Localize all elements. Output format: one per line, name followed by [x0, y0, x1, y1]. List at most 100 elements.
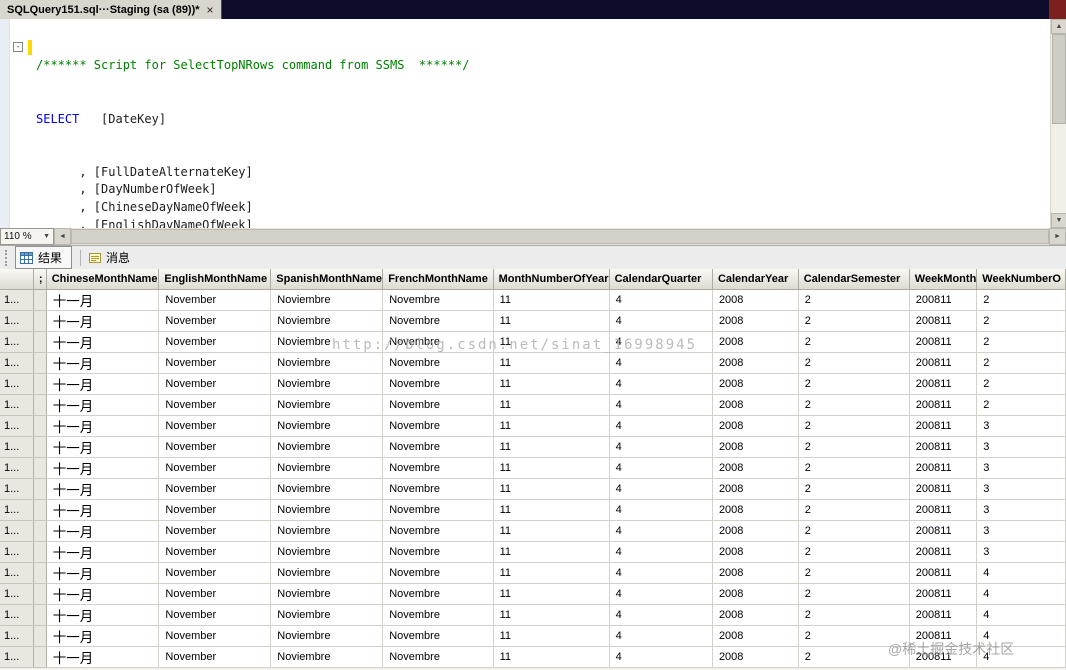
- grid-cell[interactable]: 4: [609, 478, 713, 500]
- grid-cell[interactable]: 4: [609, 373, 713, 395]
- grid-cell[interactable]: 11: [493, 646, 610, 668]
- grid-cell[interactable]: Novembre: [382, 646, 494, 668]
- grid-cell[interactable]: November: [158, 352, 272, 374]
- grid-cell[interactable]: 200811: [909, 625, 978, 647]
- grid-cell[interactable]: Novembre: [382, 541, 494, 563]
- grid-cell[interactable]: 2008: [712, 541, 799, 563]
- grid-cell[interactable]: 十一月: [46, 646, 160, 668]
- grid-cell[interactable]: 2: [976, 310, 1066, 332]
- grid-cell[interactable]: Noviembre: [270, 457, 384, 479]
- grid-cell[interactable]: November: [158, 331, 272, 353]
- grid-cell[interactable]: 4: [609, 310, 713, 332]
- grid-cell[interactable]: 4: [976, 646, 1066, 668]
- grid-cell[interactable]: 4: [609, 436, 713, 458]
- grid-cell[interactable]: 2008: [712, 604, 799, 626]
- grid-cell[interactable]: 200811: [909, 457, 978, 479]
- grid-cell[interactable]: 2008: [712, 310, 799, 332]
- grid-cell[interactable]: 4: [609, 415, 713, 437]
- row-selector[interactable]: [33, 604, 47, 626]
- grid-cell[interactable]: November: [158, 541, 272, 563]
- grid-cell[interactable]: 11: [493, 457, 610, 479]
- grid-cell[interactable]: 4: [609, 499, 713, 521]
- row-selector[interactable]: [33, 499, 47, 521]
- grid-cell[interactable]: November: [158, 310, 272, 332]
- row-selector[interactable]: [33, 625, 47, 647]
- grid-cell[interactable]: 2008: [712, 520, 799, 542]
- grid-cell[interactable]: 2: [798, 373, 910, 395]
- scroll-right-icon[interactable]: ►: [1049, 228, 1066, 245]
- grid-cell[interactable]: Novembre: [382, 604, 494, 626]
- grid-cell[interactable]: 2008: [712, 373, 799, 395]
- row-selector[interactable]: [33, 331, 47, 353]
- grid-cell[interactable]: November: [158, 562, 272, 584]
- grid-cell[interactable]: 4: [609, 625, 713, 647]
- grid-cell[interactable]: 4: [609, 562, 713, 584]
- grid-cell[interactable]: November: [158, 457, 272, 479]
- row-selector[interactable]: [33, 520, 47, 542]
- row-header[interactable]: 1...: [0, 604, 34, 626]
- grid-cell[interactable]: Noviembre: [270, 541, 384, 563]
- grid-cell[interactable]: 200811: [909, 478, 978, 500]
- row-header[interactable]: 1...: [0, 415, 34, 437]
- grid-cell[interactable]: 11: [493, 289, 610, 311]
- grid-cell[interactable]: Novembre: [382, 562, 494, 584]
- column-header[interactable]: CalendarYear: [712, 269, 799, 290]
- column-header[interactable]: MonthNumberOfYear: [493, 269, 610, 290]
- grid-cell[interactable]: Novembre: [382, 415, 494, 437]
- grid-cell[interactable]: 4: [976, 625, 1066, 647]
- row-header[interactable]: 1...: [0, 436, 34, 458]
- column-header[interactable]: ChineseMonthName: [46, 269, 160, 290]
- grid-cell[interactable]: 2008: [712, 415, 799, 437]
- grid-cell[interactable]: 2: [798, 541, 910, 563]
- grid-cell[interactable]: 2: [798, 289, 910, 311]
- grid-cell[interactable]: 十一月: [46, 352, 160, 374]
- grid-cell[interactable]: November: [158, 289, 272, 311]
- editor-vscrollbar[interactable]: ▲ ▼: [1050, 19, 1066, 228]
- grid-cell[interactable]: 4: [609, 289, 713, 311]
- grid-cell[interactable]: 十一月: [46, 583, 160, 605]
- grid-cell[interactable]: 3: [976, 520, 1066, 542]
- row-header[interactable]: 1...: [0, 310, 34, 332]
- row-header[interactable]: 1...: [0, 394, 34, 416]
- row-header[interactable]: 1...: [0, 478, 34, 500]
- grid-cell[interactable]: 2: [976, 289, 1066, 311]
- tab-messages[interactable]: 消息: [85, 247, 139, 268]
- column-header[interactable]: FrenchMonthName: [382, 269, 494, 290]
- grid-cell[interactable]: 十一月: [46, 541, 160, 563]
- row-selector[interactable]: [33, 562, 47, 584]
- grid-cell[interactable]: Novembre: [382, 352, 494, 374]
- grid-cell[interactable]: 11: [493, 604, 610, 626]
- grid-cell[interactable]: November: [158, 478, 272, 500]
- grid-cell[interactable]: November: [158, 520, 272, 542]
- grid-cell[interactable]: 2: [798, 562, 910, 584]
- grid-cell[interactable]: 200811: [909, 541, 978, 563]
- grid-cell[interactable]: 十一月: [46, 562, 160, 584]
- grid-cell[interactable]: Novembre: [382, 499, 494, 521]
- grid-cell[interactable]: November: [158, 394, 272, 416]
- column-header[interactable]: EnglishMonthName: [158, 269, 272, 290]
- row-selector[interactable]: [33, 583, 47, 605]
- grid-cell[interactable]: 4: [609, 457, 713, 479]
- grid-cell[interactable]: 2: [798, 499, 910, 521]
- grid-cell[interactable]: Noviembre: [270, 310, 384, 332]
- grid-cell[interactable]: 200811: [909, 499, 978, 521]
- scroll-up-icon[interactable]: ▲: [1051, 19, 1066, 34]
- grid-cell[interactable]: 11: [493, 520, 610, 542]
- row-header[interactable]: 1...: [0, 352, 34, 374]
- grid-cell[interactable]: 2: [798, 310, 910, 332]
- grid-cell[interactable]: 十一月: [46, 331, 160, 353]
- grid-cell[interactable]: Novembre: [382, 478, 494, 500]
- grid-cell[interactable]: 11: [493, 562, 610, 584]
- grid-cell[interactable]: November: [158, 415, 272, 437]
- row-selector[interactable]: [33, 436, 47, 458]
- grid-cell[interactable]: 200811: [909, 373, 978, 395]
- grid-cell[interactable]: 2008: [712, 352, 799, 374]
- grid-cell[interactable]: 3: [976, 436, 1066, 458]
- grid-cell[interactable]: 2: [798, 457, 910, 479]
- grid-cell[interactable]: November: [158, 625, 272, 647]
- grid-cell[interactable]: 2008: [712, 457, 799, 479]
- grid-cell[interactable]: 2: [798, 331, 910, 353]
- grid-cell[interactable]: Novembre: [382, 520, 494, 542]
- grid-cell[interactable]: 十一月: [46, 499, 160, 521]
- vscroll-thumb[interactable]: [1052, 34, 1066, 124]
